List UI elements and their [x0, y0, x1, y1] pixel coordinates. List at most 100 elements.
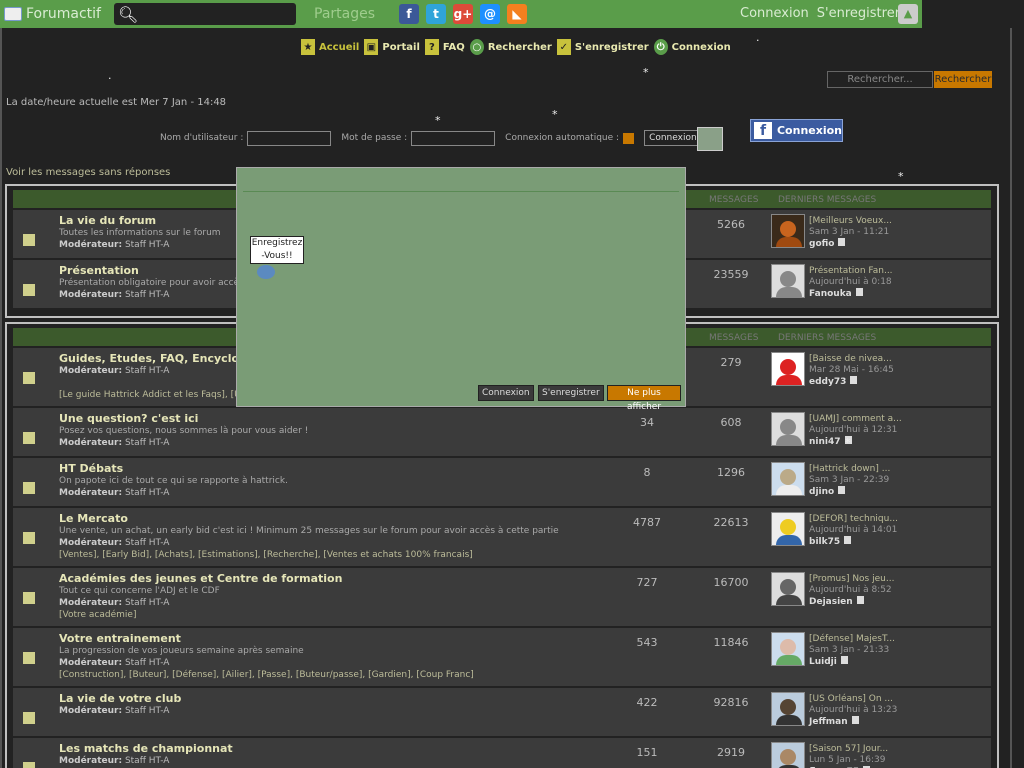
- last-post-title[interactable]: [Saison 57] Jour...: [809, 744, 888, 754]
- last-post-user[interactable]: Fanouka: [809, 288, 863, 299]
- forum-row[interactable]: Académies des jeunes et Centre de format…: [13, 566, 991, 626]
- last-post-title[interactable]: [Baisse de nivea...: [809, 354, 892, 364]
- moderator-name[interactable]: Staff HT-A: [125, 756, 169, 766]
- username[interactable]: Dejasien: [809, 597, 853, 607]
- username[interactable]: Fanouka: [809, 289, 852, 299]
- moderator-name[interactable]: Staff HT-A: [125, 598, 169, 608]
- nav-faq[interactable]: ? FAQ: [423, 38, 465, 56]
- moderator-name[interactable]: Staff HT-A: [125, 290, 169, 300]
- popup-hide-button[interactable]: Ne plus afficher: [607, 385, 681, 412]
- topbar-connexion-link[interactable]: Connexion: [740, 6, 809, 21]
- subforum-links[interactable]: [Construction], [Buteur], [Défense], [Ai…: [59, 670, 474, 680]
- last-post-user[interactable]: gofio: [809, 238, 846, 249]
- avatar[interactable]: [771, 214, 805, 248]
- last-post-title[interactable]: [Défense] MajesT...: [809, 634, 895, 644]
- username[interactable]: Luidji: [809, 657, 837, 667]
- avatar[interactable]: [771, 264, 805, 298]
- arrow-up-icon[interactable]: ▲: [898, 4, 918, 24]
- last-post-title[interactable]: [DEFOR] techniqu...: [809, 514, 898, 524]
- username-field[interactable]: [247, 130, 332, 146]
- avatar[interactable]: [771, 462, 805, 496]
- login-button[interactable]: Connexion: [644, 130, 702, 146]
- last-post-title[interactable]: [Hattrick down] ...: [809, 464, 890, 474]
- avatar[interactable]: [771, 572, 805, 606]
- moderator-name[interactable]: Staff HT-A: [125, 658, 169, 668]
- forum-row[interactable]: Votre entrainement La progression de vos …: [13, 626, 991, 686]
- popup-login-button[interactable]: Connexion: [478, 385, 534, 401]
- username[interactable]: nini47: [809, 437, 841, 447]
- email-icon[interactable]: @: [480, 4, 500, 24]
- moderator-name[interactable]: Staff HT-A: [125, 706, 169, 716]
- last-post-user[interactable]: bilk75: [809, 536, 852, 547]
- popup-register-button[interactable]: S'enregistrer: [538, 385, 604, 401]
- moderator-name[interactable]: Staff HT-A: [125, 366, 169, 376]
- search-input[interactable]: Rechercher...: [827, 71, 933, 88]
- forum-title[interactable]: Le Mercato: [59, 512, 128, 525]
- goto-post-icon[interactable]: [850, 376, 858, 384]
- nav-connexion[interactable]: ⏻ Connexion: [652, 38, 731, 56]
- last-post-user[interactable]: djino: [809, 486, 846, 497]
- facebook-icon[interactable]: f: [399, 4, 419, 24]
- subforum-links[interactable]: [Le guide Hattrick Addict et les Faqs], …: [59, 390, 241, 400]
- moderator-name[interactable]: Staff HT-A: [125, 240, 169, 250]
- goto-post-icon[interactable]: [856, 596, 864, 604]
- username[interactable]: eddy73: [809, 377, 846, 387]
- moderator-name[interactable]: Staff HT-A: [125, 438, 169, 448]
- forum-row[interactable]: Le Mercato Une vente, un achat, un early …: [13, 506, 991, 566]
- forumactif-logo[interactable]: Forumactif: [0, 6, 112, 22]
- last-post-user[interactable]: Jeffman: [809, 716, 859, 727]
- unanswered-link[interactable]: Voir les messages sans réponses: [6, 167, 170, 178]
- password-field[interactable]: [411, 130, 496, 146]
- forum-title[interactable]: La vie de votre club: [59, 692, 181, 705]
- username[interactable]: bilk75: [809, 537, 840, 547]
- last-post-title[interactable]: Présentation Fan...: [809, 266, 893, 276]
- nav-portail[interactable]: ▣ Portail: [363, 38, 420, 56]
- last-post-title[interactable]: [Promus] Nos jeu...: [809, 574, 894, 584]
- avatar[interactable]: [771, 352, 805, 386]
- avatar[interactable]: [771, 512, 805, 546]
- subforum-links[interactable]: [Ventes], [Early Bid], [Achats], [Estima…: [59, 550, 473, 560]
- avatar[interactable]: [771, 632, 805, 666]
- avatar[interactable]: [771, 692, 805, 726]
- last-post-title[interactable]: [Meilleurs Voeux...: [809, 216, 892, 226]
- toolbar-search[interactable]: 🔍︎: [114, 3, 296, 25]
- last-post-user[interactable]: Dejasien: [809, 596, 864, 607]
- rss-icon[interactable]: ◣: [507, 4, 527, 24]
- goto-post-icon[interactable]: [851, 716, 859, 724]
- forum-title[interactable]: Académies des jeunes et Centre de format…: [59, 572, 342, 585]
- last-post-user[interactable]: Luidji: [809, 656, 848, 667]
- avatar[interactable]: [771, 742, 805, 768]
- forum-title[interactable]: Votre entrainement: [59, 632, 181, 645]
- username[interactable]: djino: [809, 487, 834, 497]
- forum-row[interactable]: Les matchs de championnat Modérateur: Sta…: [13, 736, 991, 768]
- twitter-icon[interactable]: t: [426, 4, 446, 24]
- forum-title[interactable]: Une question? c'est ici: [59, 412, 198, 425]
- forum-row[interactable]: HT Débats On papote ici de tout ce qui se…: [13, 456, 991, 506]
- subforum-links[interactable]: [Votre académie]: [59, 610, 136, 620]
- username[interactable]: gofio: [809, 239, 834, 249]
- goto-post-icon[interactable]: [840, 656, 848, 664]
- moderator-name[interactable]: Staff HT-A: [125, 488, 169, 498]
- forum-title[interactable]: Présentation: [59, 264, 139, 277]
- nav-accueil[interactable]: ★ Accueil: [300, 38, 359, 56]
- last-post-title[interactable]: [US Orléans] On ...: [809, 694, 893, 704]
- goto-post-icon[interactable]: [838, 238, 846, 246]
- forum-title[interactable]: La vie du forum: [59, 214, 156, 227]
- forum-title[interactable]: Les matchs de championnat: [59, 742, 233, 755]
- auto-login-checkbox[interactable]: [623, 132, 635, 144]
- topbar-register-link[interactable]: S'enregistrer: [817, 6, 900, 21]
- last-post-title[interactable]: [UAMJ] comment a...: [809, 414, 902, 424]
- goto-post-icon[interactable]: [838, 486, 846, 494]
- last-post-user[interactable]: eddy73: [809, 376, 858, 387]
- forum-title[interactable]: HT Débats: [59, 462, 123, 475]
- facebook-connect-button[interactable]: f Connexion: [750, 119, 843, 142]
- google-plus-icon[interactable]: g+: [453, 4, 473, 24]
- nav-rechercher[interactable]: ○ Rechercher: [468, 38, 552, 56]
- nav-register[interactable]: ✓ S'enregistrer: [555, 38, 649, 56]
- goto-post-icon[interactable]: [844, 536, 852, 544]
- username[interactable]: Jeffman: [809, 717, 848, 727]
- moderator-name[interactable]: Staff HT-A: [125, 538, 169, 548]
- forum-row[interactable]: La vie de votre club Modérateur: Staff HT…: [13, 686, 991, 736]
- avatar[interactable]: [771, 412, 805, 446]
- goto-post-icon[interactable]: [855, 288, 863, 296]
